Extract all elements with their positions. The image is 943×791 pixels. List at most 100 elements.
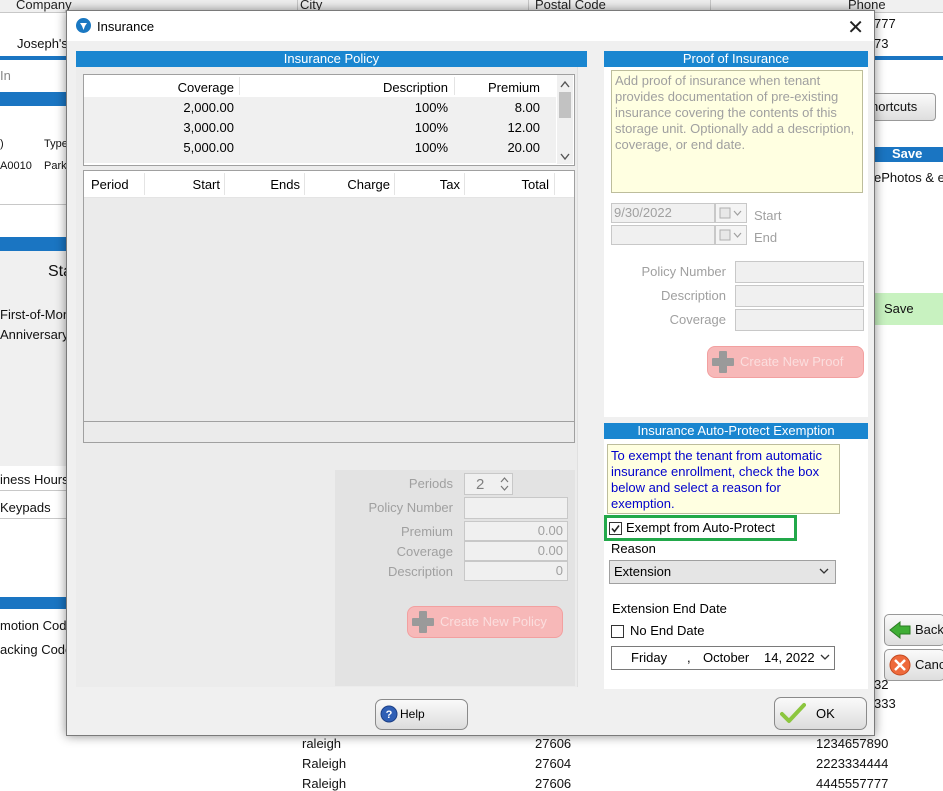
- proof-start-date-field[interactable]: 9/30/2022: [611, 203, 715, 223]
- proof-description-field[interactable]: [735, 285, 864, 307]
- scroll-up-icon[interactable]: [560, 80, 570, 88]
- description-cell[interactable]: 100%: [239, 100, 448, 115]
- premium-field[interactable]: 0.00: [464, 521, 568, 541]
- bg-gray-panel: [0, 251, 68, 466]
- bg-first-of-month[interactable]: First-of-Mont: [0, 307, 74, 322]
- ok-label: OK: [816, 706, 835, 721]
- reason-select[interactable]: Extension: [609, 560, 836, 584]
- date-month[interactable]: October: [703, 650, 749, 665]
- help-label: Help: [400, 707, 425, 721]
- total-column-header[interactable]: Total: [466, 177, 549, 192]
- bg-business-hours[interactable]: iness Hours: [0, 472, 69, 487]
- exempt-checkbox-row[interactable]: Exempt from Auto-Protect: [608, 520, 793, 538]
- bg-tracking-code[interactable]: acking Code: [0, 642, 72, 657]
- calendar-picker[interactable]: [715, 203, 747, 223]
- scrollbar-thumb[interactable]: [559, 92, 571, 118]
- calendar-picker[interactable]: [715, 225, 747, 245]
- help-button[interactable]: ? Help: [375, 699, 468, 730]
- bg-promotion-code[interactable]: motion Code: [0, 618, 74, 633]
- coverage-cell[interactable]: 2,000.00: [84, 100, 234, 115]
- create-new-proof-button[interactable]: Create New Proof: [707, 346, 864, 378]
- proof-coverage-field[interactable]: [735, 309, 864, 331]
- table-row-postal[interactable]: 27606: [535, 736, 571, 751]
- bg-unit-type[interactable]: Park: [44, 160, 67, 172]
- bg-divider-line: [0, 490, 68, 491]
- period-grid[interactable]: Period Start Ends Charge Tax Total: [83, 170, 575, 443]
- table-row-city[interactable]: Raleigh: [302, 776, 346, 791]
- premium-cell[interactable]: 8.00: [454, 100, 540, 115]
- column-divider: [554, 173, 555, 195]
- table-row-city[interactable]: raleigh: [302, 736, 341, 751]
- date-day-year[interactable]: 14, 2022: [764, 650, 815, 665]
- coverage-cell[interactable]: 5,000.00: [84, 140, 234, 155]
- close-icon[interactable]: ✕: [847, 15, 864, 40]
- bg-save-button[interactable]: Save: [868, 293, 943, 325]
- bg-save-header: Save: [874, 146, 943, 162]
- description-column-header[interactable]: Description: [239, 80, 448, 95]
- table-row-phone[interactable]: 2223334444: [816, 756, 888, 771]
- coverage-rows: 2,000.00 100% 8.00 3,000.00 100% 12.00 5…: [84, 97, 556, 163]
- tax-column-header[interactable]: Tax: [396, 177, 460, 192]
- coverage-column-header[interactable]: Coverage: [84, 80, 234, 95]
- coverage-field[interactable]: 0.00: [464, 541, 568, 561]
- svg-text:?: ?: [386, 709, 393, 721]
- back-arrow-icon: [889, 620, 911, 640]
- bg-phone-1: 777: [874, 16, 896, 31]
- premium-column-header[interactable]: Premium: [454, 80, 540, 95]
- proof-end-date-field[interactable]: [611, 225, 715, 245]
- column-divider: [464, 173, 465, 195]
- no-end-date-checkbox[interactable]: [611, 625, 624, 638]
- table-row-city[interactable]: Raleigh: [302, 756, 346, 771]
- premium-cell[interactable]: 12.00: [454, 120, 540, 135]
- scroll-down-icon[interactable]: [560, 153, 570, 161]
- stepper-arrows-icon[interactable]: [499, 476, 510, 492]
- bg-row-partial: 333: [874, 696, 896, 711]
- create-new-proof-label: Create New Proof: [740, 354, 844, 369]
- bg-unit-id[interactable]: A0010: [0, 160, 32, 172]
- insurance-policy-header: Insurance Policy: [76, 51, 587, 67]
- coverage-scrollbar[interactable]: [557, 75, 573, 164]
- extension-date-picker[interactable]: Friday , October 14, 2022: [611, 646, 835, 670]
- coverage-label: Coverage: [396, 544, 453, 559]
- date-day[interactable]: Friday: [631, 650, 667, 665]
- table-row-phone[interactable]: 1234657890: [816, 736, 888, 751]
- create-new-policy-button[interactable]: Create New Policy: [407, 606, 563, 638]
- start-column-header[interactable]: Start: [146, 177, 220, 192]
- ends-column-header[interactable]: Ends: [226, 177, 300, 192]
- table-row-postal[interactable]: 27606: [535, 776, 571, 791]
- period-grid-header: Period Start Ends Charge Tax Total: [84, 171, 574, 198]
- no-end-date-checkbox-row[interactable]: No End Date: [611, 623, 771, 639]
- table-row-postal[interactable]: 27604: [535, 756, 571, 771]
- description-cell[interactable]: 100%: [239, 140, 448, 155]
- chevron-down-icon[interactable]: [820, 654, 830, 661]
- proof-policy-number-field[interactable]: [735, 261, 864, 283]
- periods-value: 2: [476, 476, 485, 493]
- bg-cancel-label: Canc: [915, 657, 943, 672]
- period-grid-divider: [84, 421, 574, 422]
- periods-stepper[interactable]: 2: [464, 473, 513, 495]
- bg-back-button[interactable]: Back: [884, 614, 943, 646]
- coverage-list[interactable]: Coverage Description Premium 2,000.00 10…: [83, 74, 575, 166]
- charge-column-header[interactable]: Charge: [306, 177, 390, 192]
- calendar-dropdown-icon: [719, 207, 742, 219]
- premium-cell[interactable]: 20.00: [454, 140, 540, 155]
- dialog-titlebar[interactable]: Insurance ✕: [67, 11, 874, 41]
- bg-keypads[interactable]: Keypads: [0, 500, 51, 515]
- bg-divider-line: [0, 518, 68, 519]
- coverage-cell[interactable]: 3,000.00: [84, 120, 234, 135]
- description-cell[interactable]: 100%: [239, 120, 448, 135]
- policy-number-field[interactable]: [464, 497, 568, 519]
- calendar-dropdown-icon: [719, 229, 742, 241]
- period-column-header[interactable]: Period: [91, 177, 129, 192]
- proof-note-text: Add proof of insurance when tenant provi…: [615, 73, 855, 152]
- exempt-checkbox[interactable]: [609, 522, 622, 535]
- exemption-header: Insurance Auto-Protect Exemption: [604, 423, 868, 439]
- description-field[interactable]: 0: [464, 561, 568, 581]
- table-row-phone[interactable]: 4445557777: [816, 776, 888, 791]
- bg-anniversary[interactable]: Anniversary: [0, 327, 69, 342]
- bg-back-label: Back: [915, 622, 943, 637]
- bg-phone-2: 73: [874, 36, 889, 51]
- ok-button[interactable]: OK: [774, 697, 867, 730]
- plus-icon: [710, 349, 736, 375]
- bg-cancel-button[interactable]: Canc: [884, 649, 943, 681]
